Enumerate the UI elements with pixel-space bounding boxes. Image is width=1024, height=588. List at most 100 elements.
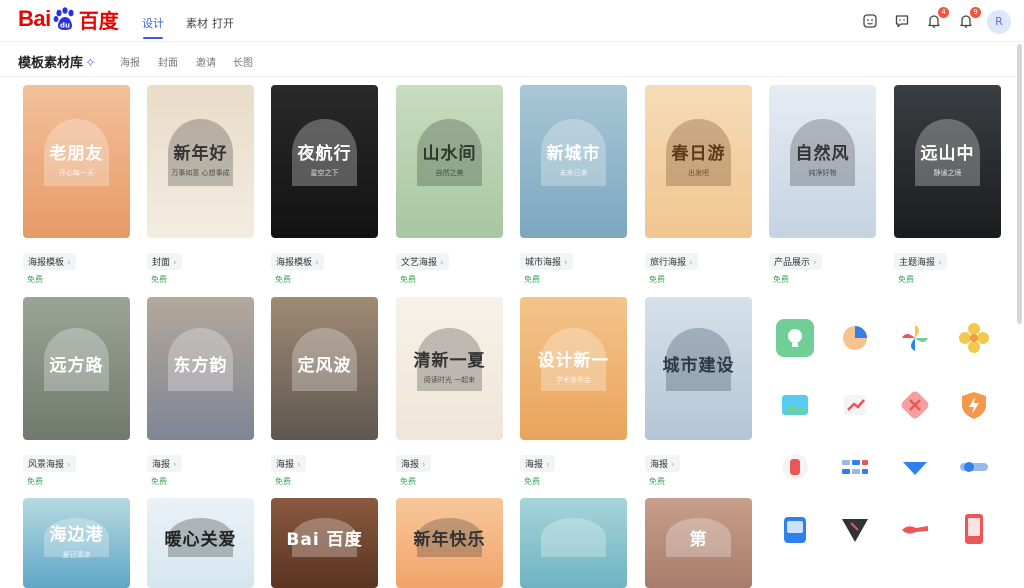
card-subtitle: 未来已来 [559, 169, 588, 178]
chevron-right-icon: › [315, 258, 319, 268]
flower-icon[interactable] [955, 319, 993, 357]
smile-icon[interactable] [860, 11, 880, 31]
baidu-logo[interactable]: Bai du 百度 [18, 4, 119, 34]
scarf-icon[interactable] [896, 448, 934, 486]
template-card[interactable]: 东方韵 [147, 297, 254, 440]
template-card[interactable]: 老朋友 开心每一天 [23, 85, 130, 238]
card-title: 东方韵 [173, 355, 228, 376]
template-card[interactable]: 海边港 夏日清凉 [23, 498, 130, 588]
dots-icon[interactable] [836, 448, 874, 486]
card-subtitle: 万事如意 心想事成 [171, 169, 230, 178]
shield-dark-icon[interactable] [836, 510, 874, 548]
template-card[interactable]: 第 [645, 498, 752, 588]
template-card[interactable]: 春日游 出发吧 [645, 85, 752, 238]
card-subtitle: 开心每一天 [59, 169, 94, 178]
card-meta: 产品展示 › 免费 [769, 250, 822, 285]
template-card[interactable]: 定风波 [271, 297, 378, 440]
pinwheel-icon[interactable] [896, 319, 934, 357]
template-card[interactable]: 暖心关爱 [147, 498, 254, 588]
template-card[interactable]: 远方路 [23, 297, 130, 440]
card-text-group: 清新一夏 阅读时光 一起来 [414, 351, 486, 386]
card-subtitle: 夏日清凉 [62, 550, 91, 559]
template-card[interactable]: 自然风 纯净好物 [769, 85, 876, 238]
scrollbar[interactable] [1017, 44, 1022, 324]
card-meta: 风景海报 › 免费 [23, 452, 76, 487]
notify-badge: 4 [938, 7, 949, 18]
card-meta: 海报模板 › 免费 [271, 250, 324, 285]
card-tag[interactable]: 海报模板 › [271, 253, 324, 270]
card-meta: 海报模板 › 免费 [23, 250, 76, 285]
card-meta: 海报 › 免费 [520, 452, 555, 487]
card-title: 远方路 [49, 355, 104, 376]
card-tag[interactable]: 风景海报 › [23, 455, 76, 472]
template-card[interactable]: 新城市 未来已来 [520, 85, 627, 238]
card-tag[interactable]: 产品展示 › [769, 253, 822, 270]
template-card[interactable]: Bai 百度 [271, 498, 378, 588]
filter-invite[interactable]: 邀请 [196, 54, 216, 69]
card-tag[interactable]: 海报 › [396, 455, 431, 472]
card-tag[interactable]: 海报 › [271, 455, 306, 472]
card-tag[interactable]: 城市海报 › [520, 253, 573, 270]
pie-chart-icon[interactable] [836, 319, 874, 357]
avatar[interactable]: R [987, 10, 1011, 34]
card-tag[interactable]: 海报 › [645, 455, 680, 472]
card-text-group: 远方路 [49, 355, 104, 381]
image-icon[interactable] [776, 386, 814, 424]
card-tag[interactable]: 旅行海报 › [645, 253, 698, 270]
tab-open[interactable]: 打开 [212, 15, 234, 31]
tv-icon[interactable] [776, 510, 814, 548]
card-price: 免费 [151, 275, 167, 284]
chevron-right-icon: › [173, 460, 177, 470]
card-tag[interactable]: 海报 › [520, 455, 555, 472]
filter-poster[interactable]: 海报 [120, 54, 140, 69]
card-price: 免费 [275, 477, 291, 486]
cup-icon[interactable] [776, 448, 814, 486]
chat-icon[interactable] [892, 11, 912, 31]
chevron-right-icon: › [546, 460, 550, 470]
chevron-right-icon: › [422, 460, 426, 470]
card-price: 免费 [400, 477, 416, 486]
template-card[interactable]: 新年好 万事如意 心想事成 [147, 85, 254, 238]
card-text-group: 暖心关爱 [165, 531, 237, 555]
card-meta: 文艺海报 › 免费 [396, 250, 449, 285]
card-text-group: 设计新一 学术发布会 [538, 351, 610, 386]
card-text-group: 老朋友 开心每一天 [50, 144, 104, 179]
card-tag[interactable]: 海报 › [147, 455, 182, 472]
close-icon[interactable] [896, 386, 934, 424]
template-card[interactable]: 夜航行 星空之下 [271, 85, 378, 238]
brush-icon[interactable] [896, 510, 934, 548]
template-card[interactable]: 城市建设 [645, 297, 752, 440]
card-tag-label: 海报 [525, 460, 544, 470]
card-text-group: 第 [690, 531, 708, 555]
bell-icon[interactable]: 4 [924, 7, 949, 31]
template-card[interactable]: 山水间 自然之美 [396, 85, 503, 238]
card-tag-label: 产品展示 [774, 258, 811, 268]
template-card[interactable]: 远山中 静谧之境 [894, 85, 1001, 238]
message-bell-icon[interactable]: 9 [956, 7, 981, 31]
card-subtitle: 纯净好物 [808, 169, 837, 178]
phone-icon[interactable] [955, 510, 993, 548]
chart-icon[interactable] [836, 386, 874, 424]
svg-text:du: du [60, 22, 70, 30]
lightning-shield-icon[interactable] [955, 386, 993, 424]
template-card[interactable]: 清新一夏 阅读时光 一起来 [396, 297, 503, 440]
template-card[interactable]: 设计新一 学术发布会 [520, 297, 627, 440]
toggle-icon[interactable] [955, 448, 993, 486]
template-card[interactable]: 新年快乐 [396, 498, 503, 588]
chevron-right-icon: › [67, 258, 71, 268]
card-tag[interactable]: 海报模板 › [23, 253, 76, 270]
page-title: 模板素材库 ✧ [18, 52, 96, 71]
card-tag[interactable]: 文艺海报 › [396, 253, 449, 270]
tab-material[interactable]: 素材 [186, 15, 208, 31]
card-price: 免费 [524, 477, 540, 486]
template-card[interactable] [520, 498, 627, 588]
filter-long-image[interactable]: 长图 [233, 54, 253, 69]
card-subtitle: 星空之下 [310, 169, 339, 178]
tab-design[interactable]: 设计 [142, 15, 164, 31]
filter-cover[interactable]: 封面 [158, 54, 178, 69]
lightbulb-icon[interactable] [776, 319, 814, 357]
card-tag[interactable]: 主题海报 › [894, 253, 947, 270]
card-tag[interactable]: 封面 › [147, 253, 182, 270]
card-tag-label: 海报 [152, 460, 171, 470]
card-price: 免费 [898, 275, 914, 284]
